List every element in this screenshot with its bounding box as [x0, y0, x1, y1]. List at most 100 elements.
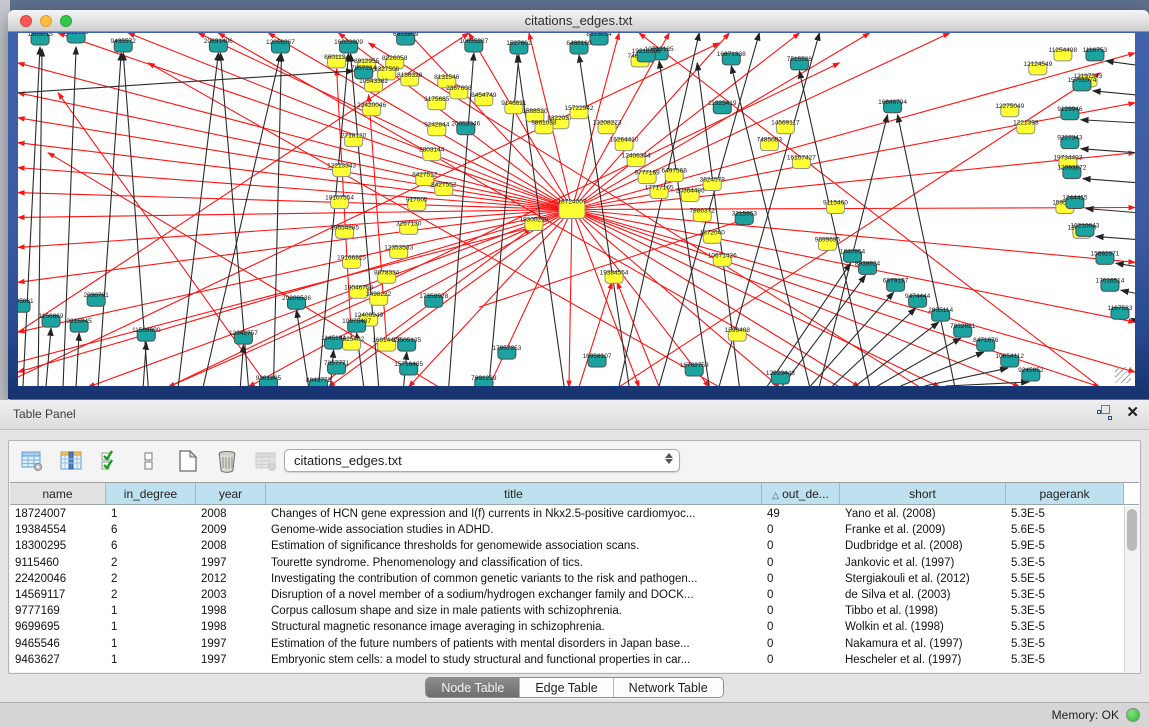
citation-edge-selected[interactable]	[572, 210, 1135, 323]
cell-out_de[interactable]: 0	[762, 652, 840, 668]
cell-in_degree[interactable]: 1	[106, 636, 196, 652]
citation-edge[interactable]	[46, 328, 51, 386]
column-header-name[interactable]: name	[10, 483, 106, 504]
cell-short[interactable]: Hescheler et al. (1997)	[840, 652, 1006, 668]
cell-title[interactable]: Embryonic stem cells: a model to study s…	[266, 652, 762, 668]
cell-short[interactable]: de Silva et al. (2003)	[840, 587, 1006, 603]
vertical-scrollbar[interactable]	[1124, 506, 1139, 672]
delete-icon[interactable]	[214, 448, 240, 474]
citation-edge-selected[interactable]	[18, 93, 572, 210]
cell-pagerank[interactable]: 5.3E-5	[1006, 603, 1124, 619]
table-settings-icon[interactable]	[19, 448, 45, 474]
cell-name[interactable]: 22420046	[10, 571, 106, 587]
column-header-in_degree[interactable]: in_degree	[106, 483, 196, 504]
memory-ok-indicator[interactable]	[1126, 708, 1140, 722]
cell-name[interactable]: 19384554	[10, 522, 106, 538]
cell-short[interactable]: Jankovic et al. (1997)	[840, 555, 1006, 571]
table-chooser-dropdown[interactable]: citations_edges.txt	[284, 449, 680, 472]
cell-pagerank[interactable]: 5.3E-5	[1006, 506, 1124, 522]
cell-short[interactable]: Nakamura et al. (1997)	[840, 636, 1006, 652]
tab-network-table[interactable]: Network Table	[613, 678, 723, 697]
cell-year[interactable]: 2008	[196, 538, 266, 554]
cell-name[interactable]: 14569117	[10, 587, 106, 603]
citation-edge[interactable]	[901, 352, 984, 386]
window-zoom-button[interactable]	[60, 15, 72, 27]
network-view-window[interactable]: citations_edges.txt 1	[8, 10, 1149, 400]
citation-edge[interactable]	[143, 342, 146, 386]
window-close-button[interactable]	[20, 15, 32, 27]
cell-out_de[interactable]: 0	[762, 587, 840, 603]
cell-title[interactable]: Genome-wide association studies in ADHD.	[266, 522, 762, 538]
table-row[interactable]: 1872400712008Changes of HCN gene express…	[10, 506, 1124, 522]
cell-pagerank[interactable]: 5.6E-5	[1006, 522, 1124, 538]
citation-edge[interactable]	[273, 54, 281, 386]
cell-year[interactable]: 1998	[196, 619, 266, 635]
cell-out_de[interactable]: 0	[762, 538, 840, 554]
citation-edge-selected[interactable]	[569, 210, 572, 387]
cell-short[interactable]: Wolkin et al. (1998)	[840, 619, 1006, 635]
cell-out_de[interactable]: 0	[762, 555, 840, 571]
citation-edge[interactable]	[1083, 179, 1135, 183]
citation-edge[interactable]	[855, 322, 938, 386]
cell-year[interactable]: 1997	[196, 652, 266, 668]
citation-edge-selected[interactable]	[18, 210, 572, 218]
cell-title[interactable]: Corpus callosum shape and size in male p…	[266, 603, 762, 619]
cell-in_degree[interactable]: 2	[106, 587, 196, 603]
citation-edge[interactable]	[1116, 263, 1135, 266]
column-header-out_de[interactable]: △out_de...	[762, 483, 840, 504]
cell-pagerank[interactable]: 5.9E-5	[1006, 538, 1124, 554]
citation-edge[interactable]	[1086, 209, 1135, 213]
column-header-short[interactable]: short	[840, 483, 1006, 504]
citation-edge-selected[interactable]	[18, 193, 572, 210]
cell-pagerank[interactable]: 5.5E-5	[1006, 571, 1124, 587]
cell-year[interactable]: 1997	[196, 555, 266, 571]
cell-short[interactable]: Tibbo et al. (1998)	[840, 603, 1006, 619]
cell-short[interactable]: Franke et al. (2009)	[840, 522, 1006, 538]
citation-edge[interactable]	[178, 53, 218, 386]
resize-grip-icon[interactable]	[1115, 367, 1131, 383]
table-row[interactable]: 946554611997Estimation of the future num…	[10, 636, 1124, 652]
cell-short[interactable]: Stergiakouli et al. (2012)	[840, 571, 1006, 587]
cell-out_de[interactable]: 0	[762, 619, 840, 635]
table-row[interactable]: 969969511998Structural magnetic resonanc…	[10, 619, 1124, 635]
cell-in_degree[interactable]: 1	[106, 652, 196, 668]
cell-in_degree[interactable]: 2	[106, 571, 196, 587]
citation-edge-selected[interactable]	[18, 118, 572, 210]
network-canvas[interactable]: 1872400718300295193845548601124891295582…	[18, 33, 1135, 386]
cell-short[interactable]: Dudbridge et al. (2008)	[840, 538, 1006, 554]
cell-year[interactable]: 2008	[196, 506, 266, 522]
cell-in_degree[interactable]: 1	[106, 603, 196, 619]
cell-year[interactable]: 2012	[196, 571, 266, 587]
cell-title[interactable]: Changes of HCN gene expression and I(f) …	[266, 506, 762, 522]
column-header-year[interactable]: year	[196, 483, 266, 504]
cell-year[interactable]: 1997	[196, 636, 266, 652]
cell-year[interactable]: 2009	[196, 522, 266, 538]
cell-in_degree[interactable]: 1	[106, 619, 196, 635]
cell-name[interactable]: 9463627	[10, 652, 106, 668]
citation-edge-selected[interactable]	[18, 168, 572, 210]
cell-out_de[interactable]: 49	[762, 506, 840, 522]
cell-in_degree[interactable]: 6	[106, 522, 196, 538]
cell-pagerank[interactable]: 5.3E-5	[1006, 587, 1124, 603]
column-select-icon[interactable]	[58, 448, 84, 474]
cell-out_de[interactable]: 0	[762, 603, 840, 619]
tab-edge-table[interactable]: Edge Table	[519, 678, 612, 697]
citation-edge[interactable]	[449, 53, 474, 386]
column-header-title[interactable]: title	[266, 483, 762, 504]
window-titlebar[interactable]: citations_edges.txt	[8, 10, 1149, 32]
table-row[interactable]: 977716911998Corpus callosum shape and si…	[10, 603, 1124, 619]
table-row[interactable]: 1938455462009Genome-wide association stu…	[10, 522, 1124, 538]
new-file-icon[interactable]	[175, 448, 201, 474]
cell-title[interactable]: Estimation of the future numbers of pati…	[266, 636, 762, 652]
citation-edge[interactable]	[898, 115, 955, 386]
table-row[interactable]: 911546021997Tourette syndrome. Phenomeno…	[10, 555, 1124, 571]
cell-name[interactable]: 18300295	[10, 538, 106, 554]
table-row[interactable]: 2242004622012Investigating the contribut…	[10, 571, 1124, 587]
cell-year[interactable]: 1998	[196, 603, 266, 619]
cell-pagerank[interactable]: 5.3E-5	[1006, 636, 1124, 652]
cell-name[interactable]: 9465546	[10, 636, 106, 652]
citation-edge[interactable]	[1081, 120, 1135, 123]
cell-title[interactable]: Investigating the contribution of common…	[266, 571, 762, 587]
citation-network-graph[interactable]: 1872400718300295193845548601124891295582…	[18, 33, 1135, 386]
citation-edge-selected[interactable]	[617, 282, 659, 386]
